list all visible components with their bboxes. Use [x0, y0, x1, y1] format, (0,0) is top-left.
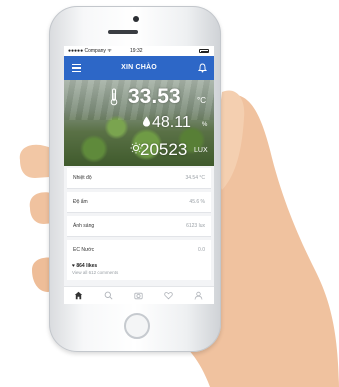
status-carrier: ●●●●● Company ᯤ [68, 48, 112, 54]
sensor-value: 6123 lux [186, 223, 205, 229]
status-bar: ●●●●● Company ᯤ 19:32 [64, 46, 214, 56]
status-time: 19:32 [130, 48, 143, 54]
sensor-row-ec-water[interactable]: EC Nước 0.0 [67, 240, 211, 261]
sensor-label: Ánh sáng [73, 223, 95, 229]
app-title: XIN CHÀO [121, 64, 157, 71]
sensor-row-humidity[interactable]: Độ ẩm 45.6 % [67, 192, 211, 213]
home-button[interactable] [124, 313, 150, 339]
home-icon[interactable] [74, 291, 83, 300]
humidity-unit: % [202, 122, 208, 128]
bell-icon[interactable] [198, 63, 207, 73]
feed-summary[interactable]: ♥ 864 likes View all 612 comments [67, 260, 211, 280]
earpiece-speaker [108, 30, 138, 34]
sensor-list: Nhiệt độ 34.54 °C Độ ẩm 45.6 % Ánh sáng … [64, 168, 214, 264]
comments-link[interactable]: View all 612 comments [72, 270, 118, 275]
phone-screen: ●●●●● Company ᯤ 19:32 XIN CHÀO 33.53 °C … [64, 46, 214, 304]
sensor-value: 0.0 [198, 247, 205, 253]
battery-icon [199, 49, 209, 53]
sensor-value: 45.6 % [189, 199, 205, 205]
sensor-label: EC Nước [73, 247, 95, 253]
camera-icon[interactable] [134, 291, 143, 300]
front-camera [133, 16, 139, 22]
water-drop-icon [143, 116, 150, 127]
sensor-row-light[interactable]: Ánh sáng 6123 lux [67, 216, 211, 237]
app-bar: XIN CHÀO [64, 56, 214, 80]
search-icon[interactable] [104, 291, 113, 300]
heart-icon[interactable] [164, 291, 173, 300]
bottom-tab-bar [64, 286, 214, 304]
profile-icon[interactable] [194, 291, 203, 300]
light-value: 20523 [140, 140, 188, 159]
thermometer-icon [110, 88, 118, 106]
sensor-value: 34.54 °C [185, 175, 205, 181]
sensor-hero-panel: 33.53 °C 48.11 % 20523 LUX [64, 80, 214, 166]
sensor-label: Độ ẩm [73, 199, 88, 205]
sensor-row-temperature[interactable]: Nhiệt độ 34.54 °C [67, 168, 211, 189]
sensor-label: Nhiệt độ [73, 175, 92, 181]
temperature-unit: °C [197, 96, 206, 105]
humidity-value: 48.11 [152, 114, 191, 131]
temperature-value: 33.53 [128, 85, 181, 108]
light-unit: LUX [194, 147, 208, 154]
likes-count: ♥ 864 likes [72, 263, 98, 269]
